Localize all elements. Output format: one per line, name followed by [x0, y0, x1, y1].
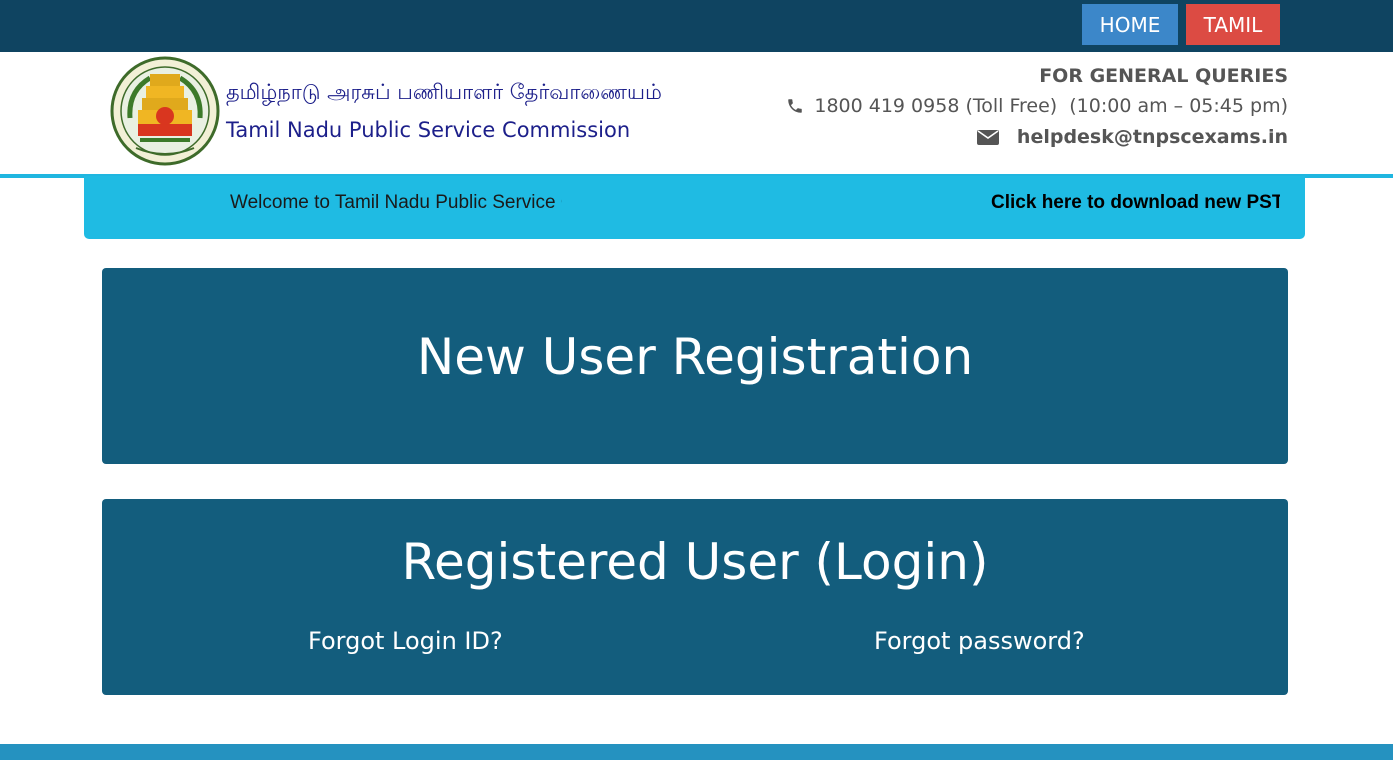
registered-user-login-card: Registered User (Login) Forgot Login ID?… — [102, 499, 1288, 695]
footer-bar — [0, 744, 1393, 760]
phone-text: 1800 419 0958 (Toll Free) (10:00 am – 05… — [814, 95, 1288, 117]
commission-name-tamil: தமிழ்நாடு அரசுப் பணியாளர் தேர்வாணையம் — [226, 80, 662, 104]
announcement-ticker: Welcome to Tamil Nadu Public Service Com… — [84, 176, 1305, 239]
new-user-registration-label: New User Registration — [416, 328, 974, 386]
welcome-message: Welcome to Tamil Nadu Public Service Com… — [230, 192, 562, 213]
envelope-icon — [976, 128, 999, 146]
download-certificate-link[interactable]: Click here to download new PSTM certific… — [991, 192, 1280, 214]
forgot-password-link[interactable]: Forgot password? — [874, 627, 1085, 655]
top-navigation-bar: HOME TAMIL — [0, 0, 1393, 52]
new-user-registration-card[interactable]: New User Registration — [102, 268, 1288, 464]
helpdesk-email: helpdesk@tnpscexams.in — [976, 126, 1288, 148]
general-queries-heading: FOR GENERAL QUERIES — [1039, 65, 1288, 87]
tamil-language-button[interactable]: TAMIL — [1186, 4, 1280, 45]
phone-icon — [786, 97, 804, 115]
helpline-phone: 1800 419 0958 (Toll Free) (10:00 am – 05… — [786, 95, 1288, 117]
tamil-nadu-emblem-logo[interactable] — [110, 56, 220, 166]
registered-user-login-button[interactable]: Registered User (Login) — [102, 533, 1288, 591]
forgot-login-id-link[interactable]: Forgot Login ID? — [308, 627, 503, 655]
home-button[interactable]: HOME — [1082, 4, 1178, 45]
commission-name-english: Tamil Nadu Public Service Commission — [226, 118, 631, 142]
email-text[interactable]: helpdesk@tnpscexams.in — [1017, 126, 1288, 148]
